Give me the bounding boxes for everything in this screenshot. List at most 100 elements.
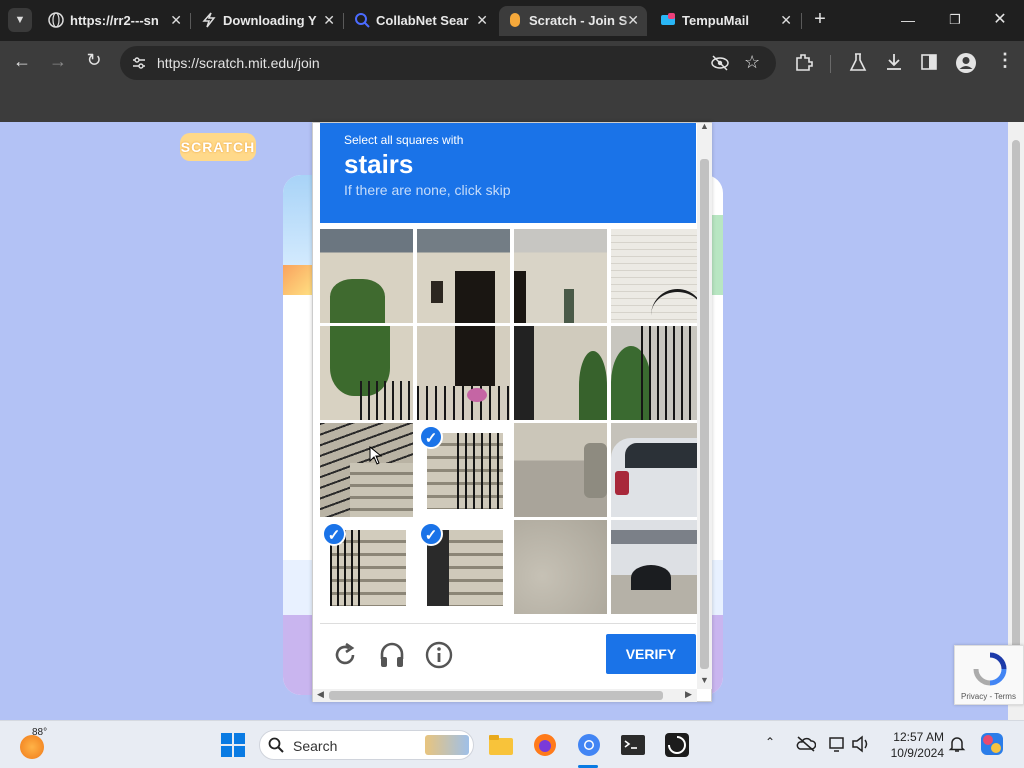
magnifier-icon	[354, 12, 370, 28]
site-info-icon[interactable]	[130, 54, 148, 72]
terminal-icon[interactable]	[620, 732, 646, 758]
search-placeholder: Search	[293, 738, 338, 754]
captcha-target-word: stairs	[344, 149, 414, 179]
tile-selected-check-icon: ✓	[419, 425, 443, 449]
tile-selected-check-icon: ✓	[419, 522, 443, 546]
onedrive-offline-icon[interactable]	[796, 736, 817, 752]
captcha-tile-15[interactable]	[514, 520, 607, 614]
close-tab-icon[interactable]: ✕	[476, 12, 488, 29]
captcha-tile-6[interactable]	[417, 326, 510, 420]
close-tab-icon[interactable]: ✕	[780, 12, 792, 29]
labs-flask-icon[interactable]	[848, 52, 868, 72]
tab-tempumail[interactable]: TempuMail ✕	[652, 6, 800, 36]
recaptcha-logo-icon	[973, 652, 1007, 686]
close-window-button[interactable]: ✕	[990, 8, 1010, 32]
lightning-icon	[201, 12, 217, 28]
captcha-tile-3[interactable]	[514, 229, 607, 323]
volume-icon[interactable]	[851, 735, 871, 753]
globe-icon	[48, 12, 64, 28]
mouse-cursor-icon	[369, 445, 383, 466]
page-scrollbar[interactable]	[1008, 122, 1024, 720]
minimize-button[interactable]: —	[898, 8, 918, 32]
tab-search-button[interactable]: ▼	[8, 8, 32, 32]
close-tab-icon[interactable]: ✕	[323, 12, 335, 29]
captcha-tile-4[interactable]	[611, 229, 704, 323]
browser-toolbar: ← → ↻ https://scratch.mit.edu/join ☆ ⋮	[0, 41, 1024, 85]
sun-weather-icon	[20, 735, 44, 759]
weather-widget[interactable]: 88°	[20, 727, 70, 761]
eye-off-icon[interactable]	[710, 54, 730, 72]
clock-date: 10/9/2024	[890, 746, 944, 760]
clock-time: 12:57 AM	[893, 730, 944, 744]
close-tab-icon[interactable]: ✕	[627, 12, 639, 29]
info-icon[interactable]	[425, 641, 453, 669]
captcha-tile-10[interactable]: ✓	[417, 423, 510, 517]
tile-selected-check-icon: ✓	[322, 522, 346, 546]
copilot-icon[interactable]	[980, 732, 1004, 756]
audio-challenge-icon[interactable]	[378, 641, 406, 669]
network-icon[interactable]	[828, 735, 846, 753]
recaptcha-privacy-terms[interactable]: Privacy - Terms	[961, 692, 1016, 701]
scratch-icon	[507, 12, 523, 28]
back-arrow-icon[interactable]: ←	[10, 51, 34, 72]
captcha-tile-14[interactable]: ✓	[417, 520, 510, 614]
address-bar[interactable]: https://scratch.mit.edu/join ☆	[120, 46, 776, 80]
captcha-tile-11[interactable]	[514, 423, 607, 517]
captcha-tile-12[interactable]	[611, 423, 704, 517]
search-highlight-icon	[425, 735, 469, 755]
download-icon[interactable]	[884, 52, 904, 72]
verify-button[interactable]: VERIFY	[606, 634, 696, 674]
restore-button[interactable]: ❐	[945, 8, 965, 32]
captcha-header: Select all squares with stairs If there …	[320, 123, 696, 223]
tab-title: Scratch - Join S	[529, 13, 628, 28]
captcha-tile-9[interactable]	[320, 423, 413, 517]
mail-icon	[660, 12, 676, 28]
tab-collabnet[interactable]: CollabNet Sear ✕	[346, 6, 496, 36]
new-tab-button[interactable]: +	[809, 8, 831, 32]
captcha-image-grid: ✓ ✓ ✓	[320, 229, 704, 615]
tab-scratch-join[interactable]: Scratch - Join S ✕	[499, 6, 647, 36]
reload-icon[interactable]: ↻	[82, 50, 106, 71]
search-icon	[268, 737, 284, 753]
captcha-hint: If there are none, click skip	[344, 182, 511, 198]
firefox-icon[interactable]	[532, 732, 558, 758]
notification-bell-icon[interactable]	[948, 735, 966, 753]
captcha-tile-5[interactable]	[320, 326, 413, 420]
taskbar-search-box[interactable]: Search	[259, 730, 474, 760]
show-hidden-icons-chevron[interactable]: ⌃	[765, 735, 775, 749]
profile-avatar-icon[interactable]	[955, 52, 977, 74]
chrome-icon[interactable]	[576, 732, 602, 758]
tab-title: TempuMail	[682, 13, 749, 28]
tab-title: CollabNet Sear	[376, 13, 469, 28]
captcha-vertical-scrollbar[interactable]: ▲ ▼	[697, 121, 712, 689]
menu-kebab-icon[interactable]: ⋮	[996, 50, 1014, 71]
card-rainbow-decoration	[283, 265, 313, 295]
extensions-icon[interactable]	[794, 52, 814, 72]
captcha-instruction: Select all squares with	[344, 133, 464, 147]
captcha-horizontal-scrollbar[interactable]: ◀ ▶	[313, 689, 697, 702]
clock[interactable]: 12:57 AM 10/9/2024	[884, 729, 944, 761]
file-explorer-icon[interactable]	[488, 732, 514, 758]
chevron-down-icon: ▼	[14, 14, 26, 26]
captcha-tile-16[interactable]	[611, 520, 704, 614]
captcha-tile-1[interactable]	[320, 229, 413, 323]
start-windows-icon[interactable]	[220, 732, 246, 758]
tab-rr2[interactable]: https://rr2---sn ✕	[40, 6, 190, 36]
close-tab-icon[interactable]: ✕	[170, 12, 182, 29]
tab-title: https://rr2---sn	[70, 13, 159, 28]
url-text: https://scratch.mit.edu/join	[157, 55, 320, 71]
reload-challenge-icon[interactable]	[332, 642, 358, 668]
captcha-challenge-frame: Select all squares with stairs If there …	[312, 121, 712, 702]
scratch-logo[interactable]: SCRATCH	[180, 133, 256, 161]
recaptcha-badge[interactable]: Privacy - Terms	[954, 645, 1024, 705]
tab-downloading[interactable]: Downloading Y ✕	[193, 6, 343, 36]
forward-arrow-icon[interactable]: →	[46, 51, 70, 72]
sync-app-icon[interactable]	[664, 732, 690, 758]
captcha-tile-7[interactable]	[514, 326, 607, 420]
captcha-tile-13[interactable]: ✓	[320, 520, 413, 614]
captcha-tile-8[interactable]	[611, 326, 704, 420]
captcha-tile-2[interactable]	[417, 229, 510, 323]
side-panel-icon[interactable]	[920, 53, 938, 71]
bookmark-star-icon[interactable]: ☆	[744, 52, 760, 73]
captcha-footer: VERIFY	[320, 623, 696, 685]
